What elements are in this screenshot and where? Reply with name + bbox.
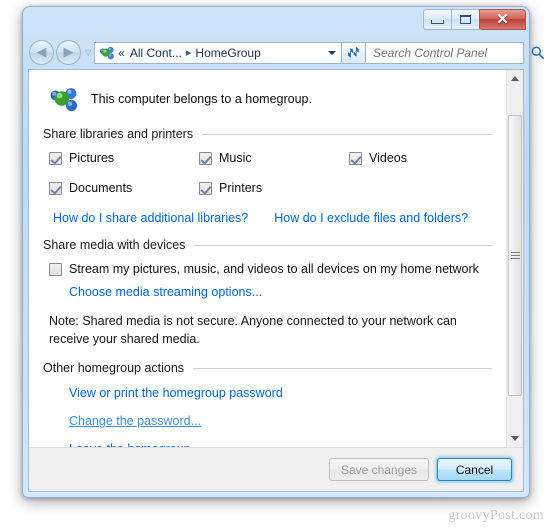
content-wrapper: This computer belongs to a homegroup. Sh… xyxy=(29,70,523,447)
recent-pages-chevron-icon[interactable]: ▽ xyxy=(85,48,91,57)
library-checkbox-grid: Pictures Music Videos Documents Printers xyxy=(49,151,492,195)
link-leave-homegroup[interactable]: Leave the homegroup... xyxy=(69,442,201,447)
homegroup-action-links: View or print the homegroup password Cha… xyxy=(69,384,492,447)
section-header-actions: Other homegroup actions xyxy=(43,361,492,375)
checkbox-videos-box[interactable] xyxy=(349,151,362,165)
cancel-button[interactable]: Cancel xyxy=(437,458,512,481)
watermark: groovyPost.com xyxy=(448,508,544,523)
link-exclude-files-folders[interactable]: How do I exclude files and folders? xyxy=(274,211,468,225)
link-change-password[interactable]: Change the password... xyxy=(69,414,201,428)
scroll-up-icon xyxy=(511,76,519,81)
checkbox-printers-label: Printers xyxy=(219,181,263,195)
checkbox-music-label: Music xyxy=(219,151,252,165)
forward-button[interactable]: ▶ xyxy=(56,40,81,65)
media-security-note: Note: Shared media is not secure. Anyone… xyxy=(49,314,457,347)
scroll-down-icon xyxy=(511,436,519,441)
checkbox-printers-box[interactable] xyxy=(199,181,212,195)
section-divider xyxy=(194,244,492,246)
homegroup-content: This computer belongs to a homegroup. Sh… xyxy=(29,70,506,447)
section-header-libraries: Share libraries and printers xyxy=(43,127,492,141)
scrollbar-grip-icon xyxy=(510,252,520,259)
address-bar: « All Cont... ▸ HomeGroup xyxy=(94,41,545,64)
section-divider xyxy=(202,133,492,135)
breadcrumb-overflow[interactable]: « xyxy=(118,46,125,60)
back-button[interactable]: ◀ xyxy=(29,40,54,65)
checkbox-documents[interactable]: Documents xyxy=(49,181,199,195)
checkbox-stream-media-box[interactable] xyxy=(49,262,62,276)
help-links: How do I share additional libraries? How… xyxy=(53,211,492,225)
maximize-button[interactable] xyxy=(451,9,480,30)
media-options-link-row: Choose media streaming options... xyxy=(69,283,492,301)
page-header: This computer belongs to a homegroup. xyxy=(49,84,492,114)
checkbox-row: Pictures Music Videos xyxy=(49,151,492,165)
link-choose-media-streaming-options[interactable]: Choose media streaming options... xyxy=(69,285,262,299)
checkbox-videos-label: Videos xyxy=(369,151,407,165)
section-title-actions: Other homegroup actions xyxy=(43,361,185,376)
dialog-button-bar: Save changes Cancel xyxy=(29,447,523,491)
link-share-additional-libraries[interactable]: How do I share additional libraries? xyxy=(53,211,248,225)
refresh-icon xyxy=(348,46,359,58)
vertical-scrollbar[interactable] xyxy=(506,70,523,447)
checkbox-music-box[interactable] xyxy=(199,151,212,165)
minimize-icon xyxy=(431,20,444,24)
close-button[interactable]: ✕ xyxy=(479,9,526,30)
section-title-media: Share media with devices xyxy=(43,238,186,252)
action-row: Change the password... xyxy=(69,412,492,430)
scrollbar-track[interactable] xyxy=(507,87,523,430)
breadcrumb-separator-icon[interactable]: ▸ xyxy=(186,46,192,59)
search-input[interactable] xyxy=(373,45,530,60)
breadcrumb[interactable]: « All Cont... ▸ HomeGroup xyxy=(94,41,323,64)
homegroup-window: ✕ ◀ ▶ ▽ « All Cont... ▸ HomeGroup Search… xyxy=(22,6,545,498)
link-view-print-password[interactable]: View or print the homegroup password xyxy=(69,386,283,400)
checkbox-pictures-label: Pictures xyxy=(69,151,115,165)
checkbox-documents-label: Documents xyxy=(69,181,133,195)
scroll-up-button[interactable] xyxy=(507,70,523,87)
address-bar-row: ◀ ▶ ▽ « All Cont... ▸ HomeGroup Search C… xyxy=(22,37,545,68)
section-title-libraries: Share libraries and printers xyxy=(43,127,194,141)
page-title: This computer belongs to a homegroup. xyxy=(91,92,312,106)
search-icon xyxy=(531,46,545,60)
section-divider xyxy=(193,367,492,369)
action-row: View or print the homegroup password xyxy=(69,384,492,402)
checkbox-stream-media-label: Stream my pictures, music, and videos to… xyxy=(69,262,479,276)
refresh-button[interactable] xyxy=(341,41,366,64)
title-bar[interactable]: ✕ xyxy=(22,6,530,36)
back-arrow-icon: ◀ xyxy=(36,45,47,60)
close-icon: ✕ xyxy=(496,11,509,28)
client-area: This computer belongs to a homegroup. Sh… xyxy=(28,69,524,492)
checkbox-pictures-box[interactable] xyxy=(49,151,62,165)
window-controls: ✕ xyxy=(423,9,526,30)
breadcrumb-item-homegroup[interactable]: HomeGroup xyxy=(195,46,260,60)
breadcrumb-dropdown-icon[interactable] xyxy=(323,41,341,64)
minimize-button[interactable] xyxy=(423,9,452,30)
action-row: Leave the homegroup... xyxy=(69,440,492,447)
checkbox-row: Documents Printers xyxy=(49,181,492,195)
checkbox-stream-media[interactable]: Stream my pictures, music, and videos to… xyxy=(49,262,492,276)
breadcrumb-item-all-control-panel[interactable]: All Cont... xyxy=(130,46,182,60)
forward-arrow-icon: ▶ xyxy=(63,45,74,60)
homegroup-icon xyxy=(49,84,79,114)
navigation-buttons: ◀ ▶ ▽ xyxy=(29,40,94,65)
save-changes-button[interactable]: Save changes xyxy=(328,458,429,481)
search-box[interactable] xyxy=(366,41,545,64)
checkbox-documents-box[interactable] xyxy=(49,181,62,195)
checkbox-music[interactable]: Music xyxy=(199,151,349,165)
section-header-media: Share media with devices xyxy=(43,238,492,252)
checkbox-pictures[interactable]: Pictures xyxy=(49,151,199,165)
homegroup-icon-small xyxy=(99,45,115,61)
scroll-down-button[interactable] xyxy=(507,430,523,447)
checkbox-printers[interactable]: Printers xyxy=(199,181,349,195)
scrollbar-thumb[interactable] xyxy=(508,115,522,396)
checkbox-videos[interactable]: Videos xyxy=(349,151,407,165)
maximize-icon xyxy=(460,15,471,24)
